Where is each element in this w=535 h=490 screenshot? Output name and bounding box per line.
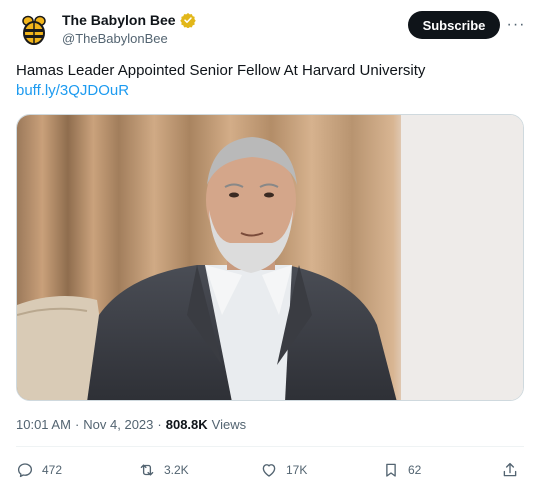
tweet-time[interactable]: 10:01 AM <box>16 417 71 432</box>
tweet-meta: 10:01 AM · Nov 4, 2023 · 808.8K Views <box>16 417 246 432</box>
bee-logo-icon <box>18 13 50 45</box>
tweet-date[interactable]: Nov 4, 2023 <box>83 417 153 432</box>
author-names: The Babylon Bee @TheBabylonBee <box>62 12 196 46</box>
tweet-header: The Babylon Bee @TheBabylonBee Subscribe… <box>16 11 526 51</box>
share-button[interactable] <box>501 458 519 482</box>
bookmark-icon <box>386 463 396 477</box>
more-options-icon[interactable]: ··· <box>507 16 525 33</box>
like-count: 17K <box>286 463 308 477</box>
meta-separator: · <box>157 417 162 432</box>
verified-badge-icon[interactable] <box>179 12 196 28</box>
subscribe-button[interactable]: Subscribe <box>408 11 500 39</box>
views-count: 808.8K <box>165 417 208 432</box>
heart-icon <box>262 464 276 477</box>
bookmark-button[interactable]: 62 <box>382 458 421 482</box>
tweet-actions: 472 3.2K 17K 62 <box>16 458 524 484</box>
tweet-link[interactable]: buff.ly/3QJDOuR <box>16 82 129 99</box>
like-button[interactable]: 17K <box>260 458 307 482</box>
reply-button[interactable]: 472 <box>16 458 62 482</box>
repost-icon <box>140 464 154 476</box>
views-label: Views <box>211 417 247 432</box>
author-handle[interactable]: @TheBabylonBee <box>62 31 196 46</box>
tweet-media-photo[interactable] <box>16 114 524 401</box>
display-row: The Babylon Bee <box>62 12 196 28</box>
reply-count: 472 <box>42 463 63 477</box>
tweet-text: Hamas Leader Appointed Senior Fellow At … <box>16 62 426 79</box>
share-icon <box>503 462 517 477</box>
repost-count: 3.2K <box>164 463 189 477</box>
repost-button[interactable]: 3.2K <box>138 458 189 482</box>
bookmark-count: 62 <box>408 463 422 477</box>
divider <box>16 446 524 447</box>
avatar[interactable] <box>16 11 52 47</box>
meta-separator: · <box>74 417 80 432</box>
reply-icon <box>17 463 33 478</box>
display-name[interactable]: The Babylon Bee <box>62 12 176 28</box>
photo-illustration <box>17 115 523 400</box>
